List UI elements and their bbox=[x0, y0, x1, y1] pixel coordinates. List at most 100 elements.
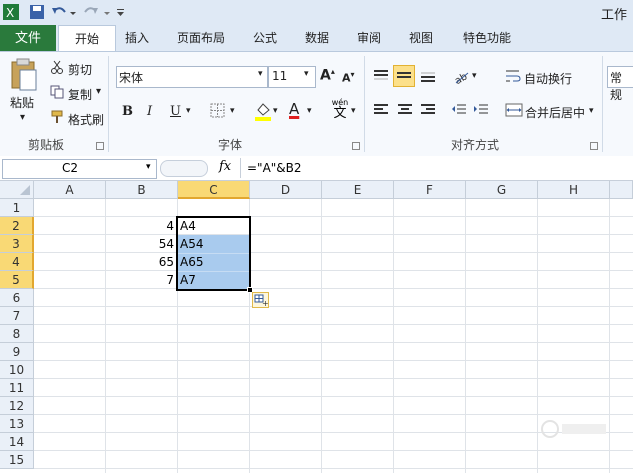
copy-button[interactable]: 复制 bbox=[68, 86, 92, 103]
grow-font-icon[interactable]: A▴ bbox=[320, 67, 335, 84]
bold-button[interactable]: B bbox=[122, 104, 133, 119]
cut-button[interactable]: 剪切 bbox=[68, 61, 92, 78]
name-box-dropdown-icon[interactable]: ▾ bbox=[146, 162, 151, 172]
row-header-14[interactable]: 14 bbox=[0, 433, 34, 451]
clipboard-launcher-icon[interactable] bbox=[96, 139, 104, 153]
tab-insert[interactable]: 插入 bbox=[116, 25, 158, 51]
copy-dropdown-icon[interactable]: ▾ bbox=[96, 86, 101, 97]
paste-icon[interactable] bbox=[8, 58, 40, 95]
tab-file[interactable]: 文件 bbox=[0, 25, 56, 52]
column-header-a[interactable]: A bbox=[34, 181, 106, 199]
column-header-f[interactable]: F bbox=[394, 181, 466, 199]
window-title: 工作 bbox=[600, 8, 627, 23]
column-header-g[interactable]: G bbox=[466, 181, 538, 199]
redo-icon[interactable] bbox=[82, 3, 100, 21]
tab-formulas[interactable]: 公式 bbox=[246, 25, 284, 51]
row-header-6[interactable]: 6 bbox=[0, 289, 34, 307]
cell-b5[interactable]: 7 bbox=[106, 272, 176, 289]
row-header-4[interactable]: 4 bbox=[0, 253, 34, 271]
cell-b3[interactable]: 54 bbox=[106, 236, 176, 253]
insert-function-button[interactable]: fx bbox=[219, 159, 231, 174]
row-header-8[interactable]: 8 bbox=[0, 325, 34, 343]
align-top-icon[interactable] bbox=[372, 68, 390, 87]
alignment-launcher-icon[interactable] bbox=[590, 139, 598, 153]
column-gridline bbox=[321, 199, 322, 473]
format-painter-icon[interactable] bbox=[50, 110, 64, 127]
save-icon[interactable] bbox=[28, 3, 46, 21]
orientation-icon[interactable]: ab bbox=[452, 67, 472, 88]
border-icon[interactable] bbox=[210, 103, 226, 122]
align-center-icon[interactable] bbox=[396, 102, 414, 121]
format-painter-button[interactable]: 格式刷 bbox=[68, 111, 104, 128]
font-name-dropdown-icon[interactable]: ▾ bbox=[258, 69, 263, 79]
column-header-c[interactable]: C bbox=[178, 181, 250, 199]
fill-color-icon[interactable] bbox=[254, 101, 272, 124]
wrap-text-button[interactable]: 自动换行 bbox=[524, 70, 572, 87]
phonetic-dropdown-icon[interactable]: ▾ bbox=[351, 106, 356, 116]
tab-home[interactable]: 开始 bbox=[58, 25, 116, 52]
select-all-corner[interactable] bbox=[0, 181, 34, 199]
row-header-2[interactable]: 2 bbox=[0, 217, 34, 235]
column-gridline bbox=[465, 199, 466, 473]
underline-button[interactable]: U bbox=[170, 104, 181, 119]
decrease-indent-icon[interactable] bbox=[451, 102, 467, 121]
paste-button[interactable]: 粘贴 bbox=[10, 94, 34, 111]
customize-toolbar-icon[interactable] bbox=[116, 3, 134, 21]
column-header-partial[interactable] bbox=[610, 181, 633, 199]
name-box[interactable] bbox=[2, 159, 157, 179]
align-right-icon[interactable] bbox=[419, 102, 437, 121]
align-left-icon[interactable] bbox=[372, 102, 390, 121]
font-color-dropdown-icon[interactable]: ▾ bbox=[307, 106, 312, 116]
cell-b4[interactable]: 65 bbox=[106, 254, 176, 271]
cut-icon[interactable] bbox=[50, 60, 64, 77]
wrap-text-icon[interactable] bbox=[505, 68, 521, 87]
merge-center-button[interactable]: 合并后居中 bbox=[525, 104, 585, 121]
cell-b2[interactable]: 4 bbox=[106, 218, 176, 235]
tab-review[interactable]: 审阅 bbox=[350, 25, 388, 51]
increase-indent-icon[interactable] bbox=[473, 102, 489, 121]
tab-view[interactable]: 视图 bbox=[402, 25, 440, 51]
merge-center-icon[interactable] bbox=[505, 102, 523, 121]
column-header-b[interactable]: B bbox=[106, 181, 178, 199]
align-middle-icon[interactable] bbox=[393, 65, 415, 87]
worksheet-grid[interactable] bbox=[0, 181, 633, 473]
orientation-dropdown-icon[interactable]: ▾ bbox=[472, 71, 477, 81]
border-dropdown-icon[interactable]: ▾ bbox=[230, 106, 235, 116]
column-header-e[interactable]: E bbox=[322, 181, 394, 199]
row-header-3[interactable]: 3 bbox=[0, 235, 34, 253]
copy-icon[interactable] bbox=[50, 85, 64, 102]
underline-dropdown-icon[interactable]: ▾ bbox=[186, 106, 191, 116]
row-header-11[interactable]: 11 bbox=[0, 379, 34, 397]
tab-page-layout[interactable]: 页面布局 bbox=[170, 25, 232, 51]
excel-icon: X bbox=[2, 3, 20, 21]
row-header-7[interactable]: 7 bbox=[0, 307, 34, 325]
formula-bar-expand-handle[interactable] bbox=[160, 160, 208, 177]
tab-data[interactable]: 数据 bbox=[297, 25, 337, 51]
divider bbox=[602, 56, 603, 152]
column-header-d[interactable]: D bbox=[250, 181, 322, 199]
font-color-button[interactable]: A bbox=[289, 100, 299, 118]
row-header-15[interactable]: 15 bbox=[0, 451, 34, 469]
row-header-13[interactable]: 13 bbox=[0, 415, 34, 433]
column-header-h[interactable]: H bbox=[538, 181, 610, 199]
row-header-12[interactable]: 12 bbox=[0, 397, 34, 415]
auto-fill-options-button[interactable]: + bbox=[252, 292, 269, 308]
align-bottom-icon[interactable] bbox=[419, 68, 437, 87]
row-header-5[interactable]: 5 bbox=[0, 271, 34, 289]
tab-special[interactable]: 特色功能 bbox=[455, 25, 519, 51]
italic-button[interactable]: I bbox=[147, 104, 152, 119]
paste-dropdown-icon[interactable]: ▾ bbox=[20, 112, 25, 123]
divider bbox=[364, 56, 365, 152]
watermark-logo bbox=[540, 418, 610, 443]
merge-center-dropdown-icon[interactable]: ▾ bbox=[589, 106, 594, 116]
row-gridline bbox=[34, 360, 633, 361]
shrink-font-icon[interactable]: A▾ bbox=[342, 70, 355, 85]
row-header-1[interactable]: 1 bbox=[0, 199, 34, 217]
row-header-9[interactable]: 9 bbox=[0, 343, 34, 361]
fill-color-dropdown-icon[interactable]: ▾ bbox=[273, 106, 278, 116]
font-size-dropdown-icon[interactable]: ▾ bbox=[304, 69, 309, 79]
row-header-10[interactable]: 10 bbox=[0, 361, 34, 379]
font-launcher-icon[interactable] bbox=[352, 139, 360, 153]
phonetic-button[interactable]: wén 文 bbox=[329, 99, 351, 121]
undo-icon[interactable] bbox=[50, 3, 68, 21]
